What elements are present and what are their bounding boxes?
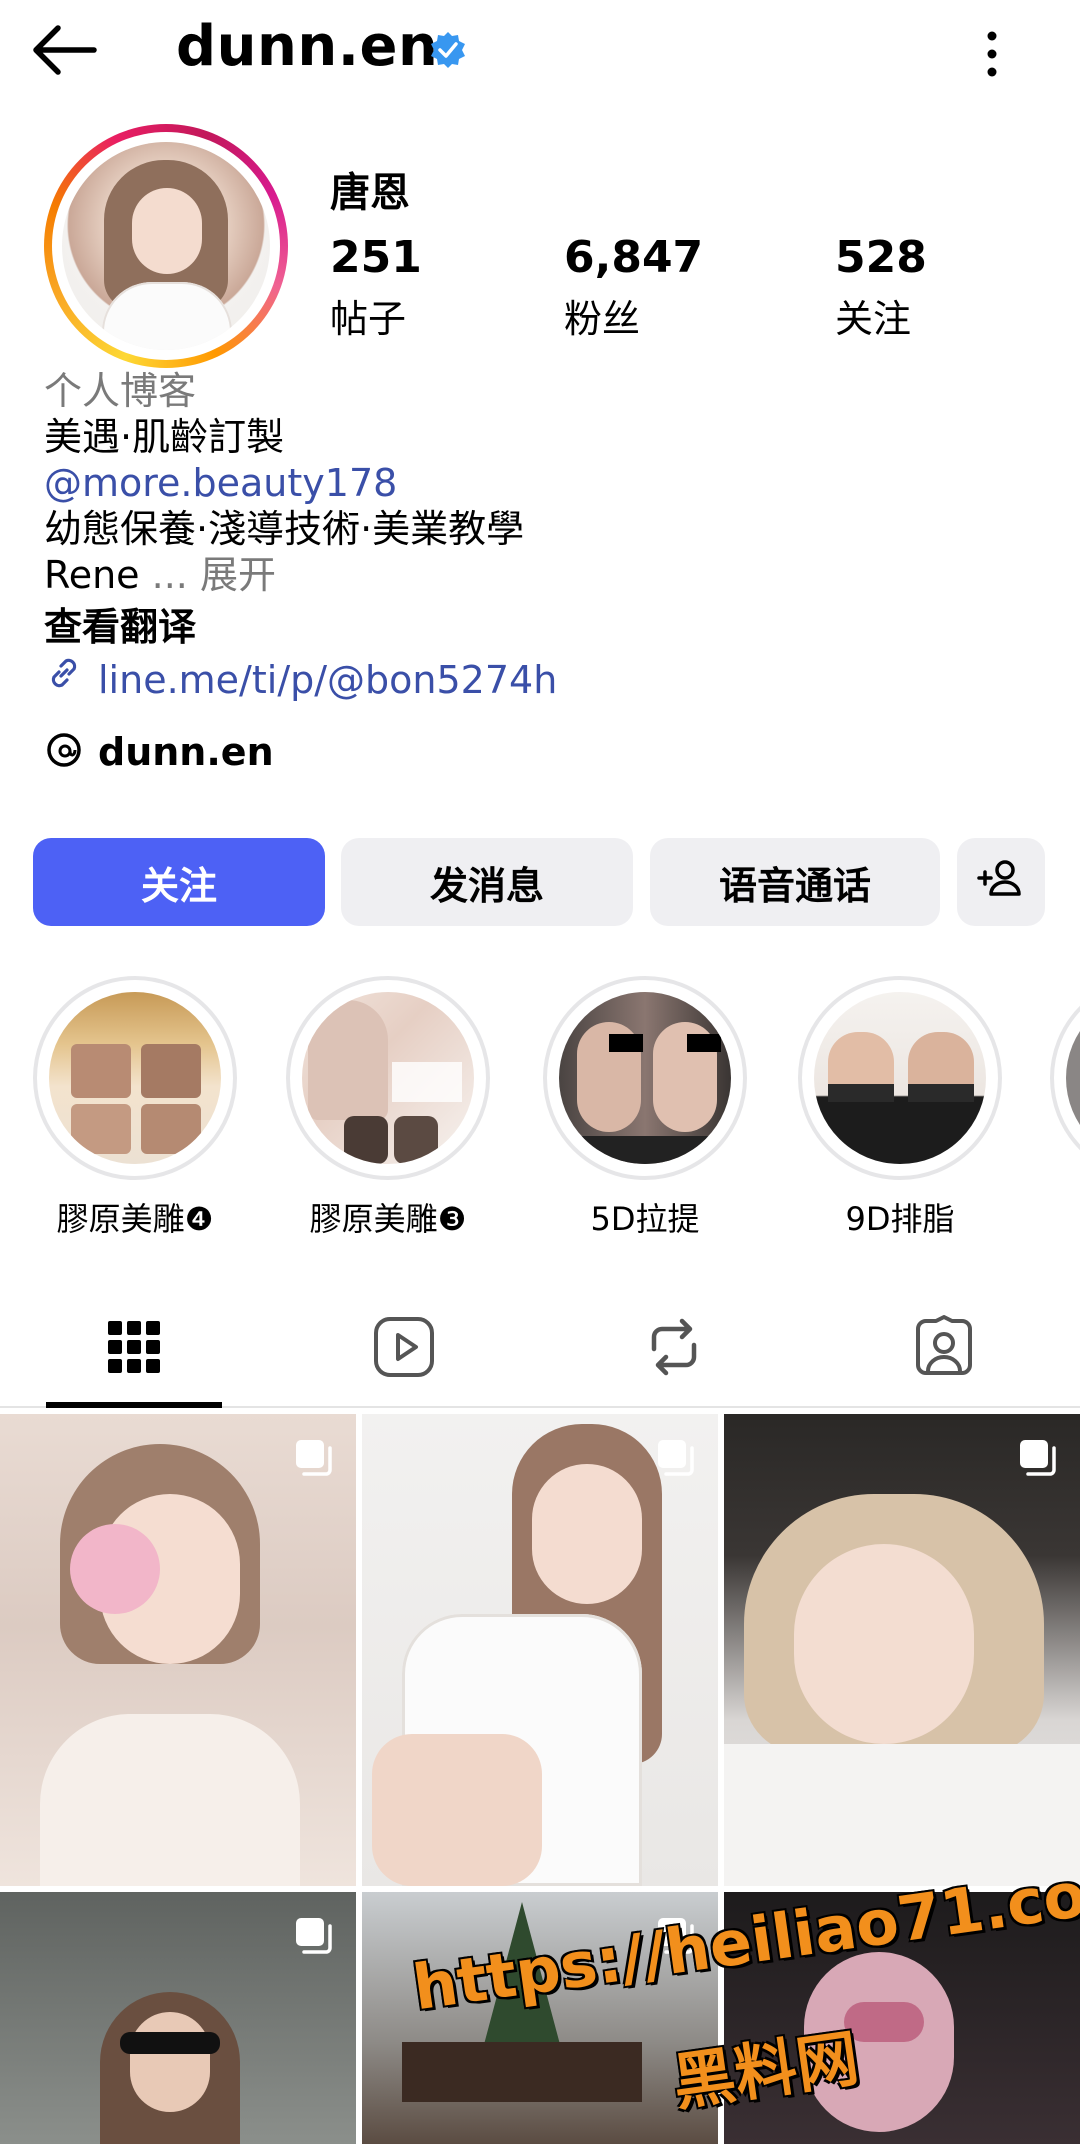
bio-mention-link[interactable]: @more.beauty178	[44, 460, 1044, 506]
bio-external-link[interactable]: line.me/ti/p/@bon5274h	[44, 652, 1044, 708]
story-highlight[interactable]: 膠原美雕❸	[283, 976, 493, 1240]
bio-truncated-text: Rene	[44, 553, 140, 597]
reposts-icon	[644, 1315, 704, 1383]
reels-icon	[372, 1315, 436, 1383]
stat-following[interactable]: 528 关注	[835, 232, 927, 343]
story-highlight[interactable]: 膠原美雕❹	[30, 976, 240, 1240]
tab-tagged[interactable]	[856, 1290, 1032, 1408]
stat-posts-count: 251	[330, 232, 422, 283]
stat-posts-label: 帖子	[330, 297, 407, 342]
highlight-label: 5D拉提	[590, 1200, 700, 1238]
story-highlight-partial[interactable]	[1050, 976, 1080, 1180]
tagged-icon	[912, 1315, 976, 1383]
highlight-cover-image	[49, 992, 221, 1164]
add-person-button[interactable]	[957, 838, 1045, 926]
message-button[interactable]: 发消息	[341, 838, 633, 926]
threads-icon	[44, 730, 84, 774]
threads-username: dunn.en	[98, 730, 274, 774]
voice-call-button[interactable]: 语音通话	[650, 838, 940, 926]
stat-followers[interactable]: 6,847 粉丝	[564, 232, 704, 343]
tab-posts-grid[interactable]	[46, 1290, 222, 1408]
story-highlight[interactable]: 5D拉提	[540, 976, 750, 1240]
top-bar: dunn.en	[0, 0, 1080, 110]
display-name: 唐恩	[330, 170, 410, 216]
see-translation-link[interactable]: 查看翻译	[44, 602, 1044, 652]
tab-reposts[interactable]	[586, 1290, 762, 1408]
multiple-photos-icon	[654, 1436, 698, 1480]
bio-category: 个人博客	[44, 369, 197, 413]
active-tab-indicator	[46, 1402, 222, 1408]
multiple-photos-icon	[292, 1436, 336, 1480]
multiple-photos-icon	[1016, 1436, 1060, 1480]
highlight-label: 9D排脂	[845, 1200, 955, 1238]
bio-expand-link[interactable]: 展开	[200, 553, 276, 597]
stat-following-label: 关注	[835, 297, 912, 342]
profile-bio: 个人博客 美遇·肌齡訂製 @more.beauty178 幼態保養·淺導技術·美…	[44, 368, 1044, 708]
highlight-label: 膠原美雕❸	[309, 1200, 467, 1238]
stat-followers-label: 粉丝	[564, 297, 641, 342]
profile-username: dunn.en	[176, 14, 439, 79]
tab-reels[interactable]	[316, 1290, 492, 1408]
grid-icon	[106, 1319, 162, 1379]
bio-link-text: line.me/ti/p/@bon5274h	[98, 658, 558, 702]
stat-followers-count: 6,847	[564, 232, 704, 283]
bio-ellipsis: ...	[139, 553, 200, 597]
post-tile[interactable]	[724, 1414, 1080, 1886]
story-highlight[interactable]: 9D排脂	[795, 976, 1005, 1240]
multiple-photos-icon	[292, 1914, 336, 1958]
link-icon	[44, 652, 84, 708]
avatar-photo	[62, 142, 270, 350]
back-arrow-icon[interactable]	[28, 20, 100, 80]
profile-avatar[interactable]	[44, 124, 288, 368]
highlight-label: 膠原美雕❹	[56, 1200, 214, 1238]
more-options-icon[interactable]	[976, 24, 1008, 84]
bio-line-1: 美遇·肌齡訂製	[44, 415, 285, 459]
highlight-cover-image	[302, 992, 474, 1164]
bio-line-3: 幼態保養·淺導技術·美業教學	[44, 507, 525, 551]
stat-posts[interactable]: 251 帖子	[330, 232, 422, 343]
highlight-cover-image	[814, 992, 986, 1164]
verified-badge-icon	[428, 30, 468, 70]
post-tile[interactable]	[362, 1414, 718, 1886]
bio-truncated-line: Rene ... 展开	[44, 552, 1044, 598]
follow-button[interactable]: 关注	[33, 838, 325, 926]
threads-badge[interactable]: dunn.en	[44, 730, 274, 774]
highlight-cover-image	[559, 992, 731, 1164]
stat-following-count: 528	[835, 232, 927, 283]
profile-tab-bar	[0, 1290, 1080, 1408]
post-tile[interactable]	[0, 1414, 356, 1886]
post-tile[interactable]	[0, 1892, 356, 2144]
posts-grid	[0, 1414, 1080, 2144]
add-person-icon	[975, 852, 1027, 913]
